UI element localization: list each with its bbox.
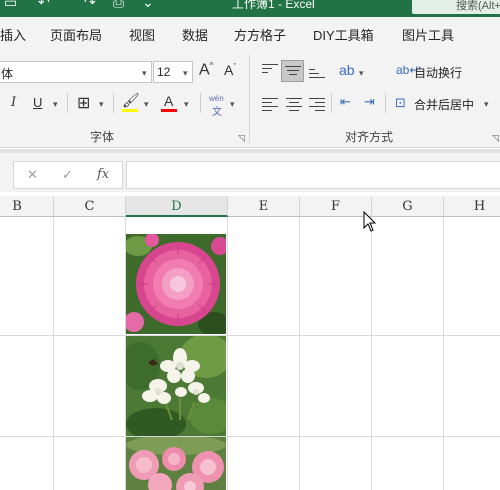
tab-insert[interactable]: 插入 <box>0 25 26 44</box>
touch-mode-icon[interactable]: ⎙ <box>113 0 124 11</box>
align-center-icon[interactable] <box>286 98 302 111</box>
formula-input[interactable] <box>126 161 500 189</box>
align-middle-icon <box>285 66 301 78</box>
divider <box>331 93 332 113</box>
italic-button[interactable]: I <box>11 95 16 110</box>
shrink-font-button[interactable]: Aˇ <box>224 62 236 78</box>
chevron-down-icon[interactable]: ▾ <box>359 68 364 79</box>
grid-line <box>371 217 372 490</box>
borders-icon[interactable]: ⊞ <box>77 93 90 113</box>
redo-icon[interactable]: ↷ <box>84 0 96 11</box>
group-separator <box>249 55 250 143</box>
pink-dahlia-photo[interactable] <box>126 234 226 334</box>
customize-toolbar-icon[interactable]: ⌄ <box>142 0 154 11</box>
formula-bar-buttons: ✕ ✓ fx <box>13 161 123 189</box>
tab-data[interactable]: 数据 <box>182 25 208 44</box>
fill-color-icon[interactable]: 🖌 <box>122 92 140 109</box>
fill-color-swatch <box>122 109 138 112</box>
grid-line <box>53 217 54 490</box>
tab-picture-tools[interactable]: 图片工具 <box>402 25 454 44</box>
font-name-combo[interactable]: 体 <box>0 61 152 83</box>
grid-line <box>443 217 444 490</box>
tab-view[interactable]: 视图 <box>129 25 155 44</box>
column-header-g[interactable]: G <box>372 196 444 217</box>
increase-indent-icon[interactable]: ⇥ <box>364 94 375 110</box>
chevron-down-icon[interactable]: ▾ <box>484 99 489 110</box>
column-header-b[interactable]: B <box>0 196 54 217</box>
ribbon-tabs: 插入 页面布局 视图 数据 方方格子 DIY工具箱 图片工具 <box>0 17 500 49</box>
align-top-icon[interactable] <box>262 64 278 76</box>
font-size-value: 12 <box>157 65 171 79</box>
divider <box>67 93 68 113</box>
grid-line <box>0 436 500 437</box>
chevron-down-icon[interactable]: ▾ <box>230 99 235 110</box>
enter-icon[interactable]: ✓ <box>62 167 73 183</box>
alignment-group-label: 对齐方式 <box>345 130 394 144</box>
wrap-text-button[interactable]: 自动换行 <box>414 64 462 81</box>
font-dialog-launcher-icon[interactable]: ◹ <box>238 133 245 144</box>
orientation-icon[interactable]: ab <box>339 62 355 78</box>
undo-icon[interactable]: ↶ <box>38 0 50 11</box>
column-header-f[interactable]: F <box>300 196 372 217</box>
chevron-down-icon[interactable]: ▾ <box>99 99 104 110</box>
decrease-indent-icon[interactable]: ⇤ <box>340 94 351 110</box>
white-jasmine-photo[interactable] <box>126 336 226 436</box>
search-box[interactable]: 搜索(Alt+Q) <box>412 0 500 14</box>
title-bar: ▭ ↶ ↷ ⎙ ⌄ 工作簿1 - Excel 搜索(Alt+Q) <box>0 0 500 17</box>
tab-diy-toolbox[interactable]: DIY工具箱 <box>313 25 374 44</box>
font-name-value: 体 <box>1 67 14 81</box>
grow-font-button[interactable]: A^ <box>199 61 213 79</box>
phonetic-guide-icon[interactable]: wén 文 <box>209 94 224 118</box>
divider <box>385 93 386 113</box>
column-header-e[interactable]: E <box>228 196 300 217</box>
tab-page-layout[interactable]: 页面布局 <box>50 25 102 44</box>
grid-line <box>227 217 228 490</box>
chevron-down-icon[interactable]: ▾ <box>144 99 149 110</box>
chevron-down-icon[interactable]: ▾ <box>142 68 147 79</box>
divider <box>200 93 201 113</box>
window-title: 工作簿1 - Excel <box>232 0 315 11</box>
column-header-d[interactable]: D <box>126 196 228 217</box>
chevron-down-icon[interactable]: ▾ <box>183 68 188 79</box>
align-left-icon[interactable] <box>262 98 278 111</box>
save-icon[interactable]: ▭ <box>4 0 17 11</box>
alignment-dialog-launcher-icon[interactable]: ◹ <box>492 133 499 144</box>
merge-center-button[interactable]: 合并后居中 <box>414 96 474 113</box>
divider <box>113 93 114 113</box>
grid-line <box>299 217 300 490</box>
font-group-label: 字体 <box>90 130 115 144</box>
tab-fangfang-grid[interactable]: 方方格子 <box>234 25 286 44</box>
chevron-down-icon[interactable]: ▾ <box>53 99 58 110</box>
align-right-icon[interactable] <box>309 98 325 111</box>
cancel-icon[interactable]: ✕ <box>27 167 38 183</box>
chevron-down-icon[interactable]: ▾ <box>184 99 189 110</box>
merge-center-icon[interactable]: ⊡ <box>395 95 406 111</box>
search-label: 搜索(Alt+Q) <box>456 0 500 12</box>
mouse-pointer-icon <box>363 210 377 236</box>
column-header-h[interactable]: H <box>444 196 500 217</box>
pink-roses-photo[interactable] <box>126 437 226 490</box>
font-color-swatch <box>161 109 177 112</box>
column-header-c[interactable]: C <box>54 196 126 217</box>
grid-line <box>0 335 500 336</box>
insert-function-icon[interactable]: fx <box>97 167 109 182</box>
underline-button[interactable]: U <box>33 95 42 110</box>
formula-bar: ✕ ✓ fx <box>0 149 500 192</box>
worksheet-grid[interactable]: B C D E F G H <box>0 196 500 490</box>
font-color-button[interactable]: A <box>164 93 173 109</box>
ribbon: 体 ▾ 12 ▾ A^ Aˇ I U ▾ ⊞ ▾ 🖌 ▾ A ▾ wén 文 ▾… <box>0 49 500 148</box>
align-bottom-icon[interactable] <box>309 69 325 81</box>
